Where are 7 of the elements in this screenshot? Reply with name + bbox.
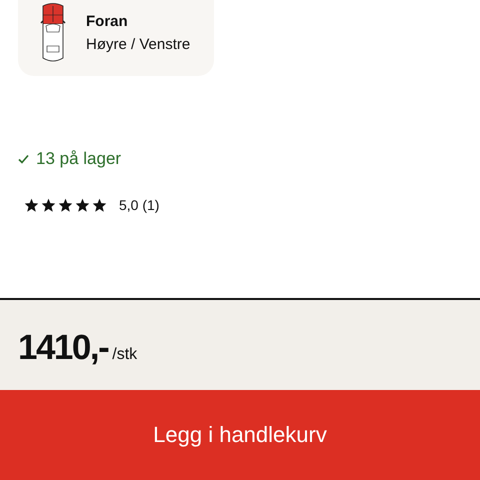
rating-score: 5,0 (1) <box>119 197 160 213</box>
price-unit: /stk <box>112 346 138 364</box>
position-title: Foran <box>86 13 129 30</box>
add-to-cart-button[interactable]: Legg i handlekurv <box>0 390 480 480</box>
position-subtitle: Høyre / Venstre <box>86 36 190 53</box>
price-amount: 1410,- <box>18 328 108 368</box>
stock-status: 13 på lager <box>36 149 122 169</box>
